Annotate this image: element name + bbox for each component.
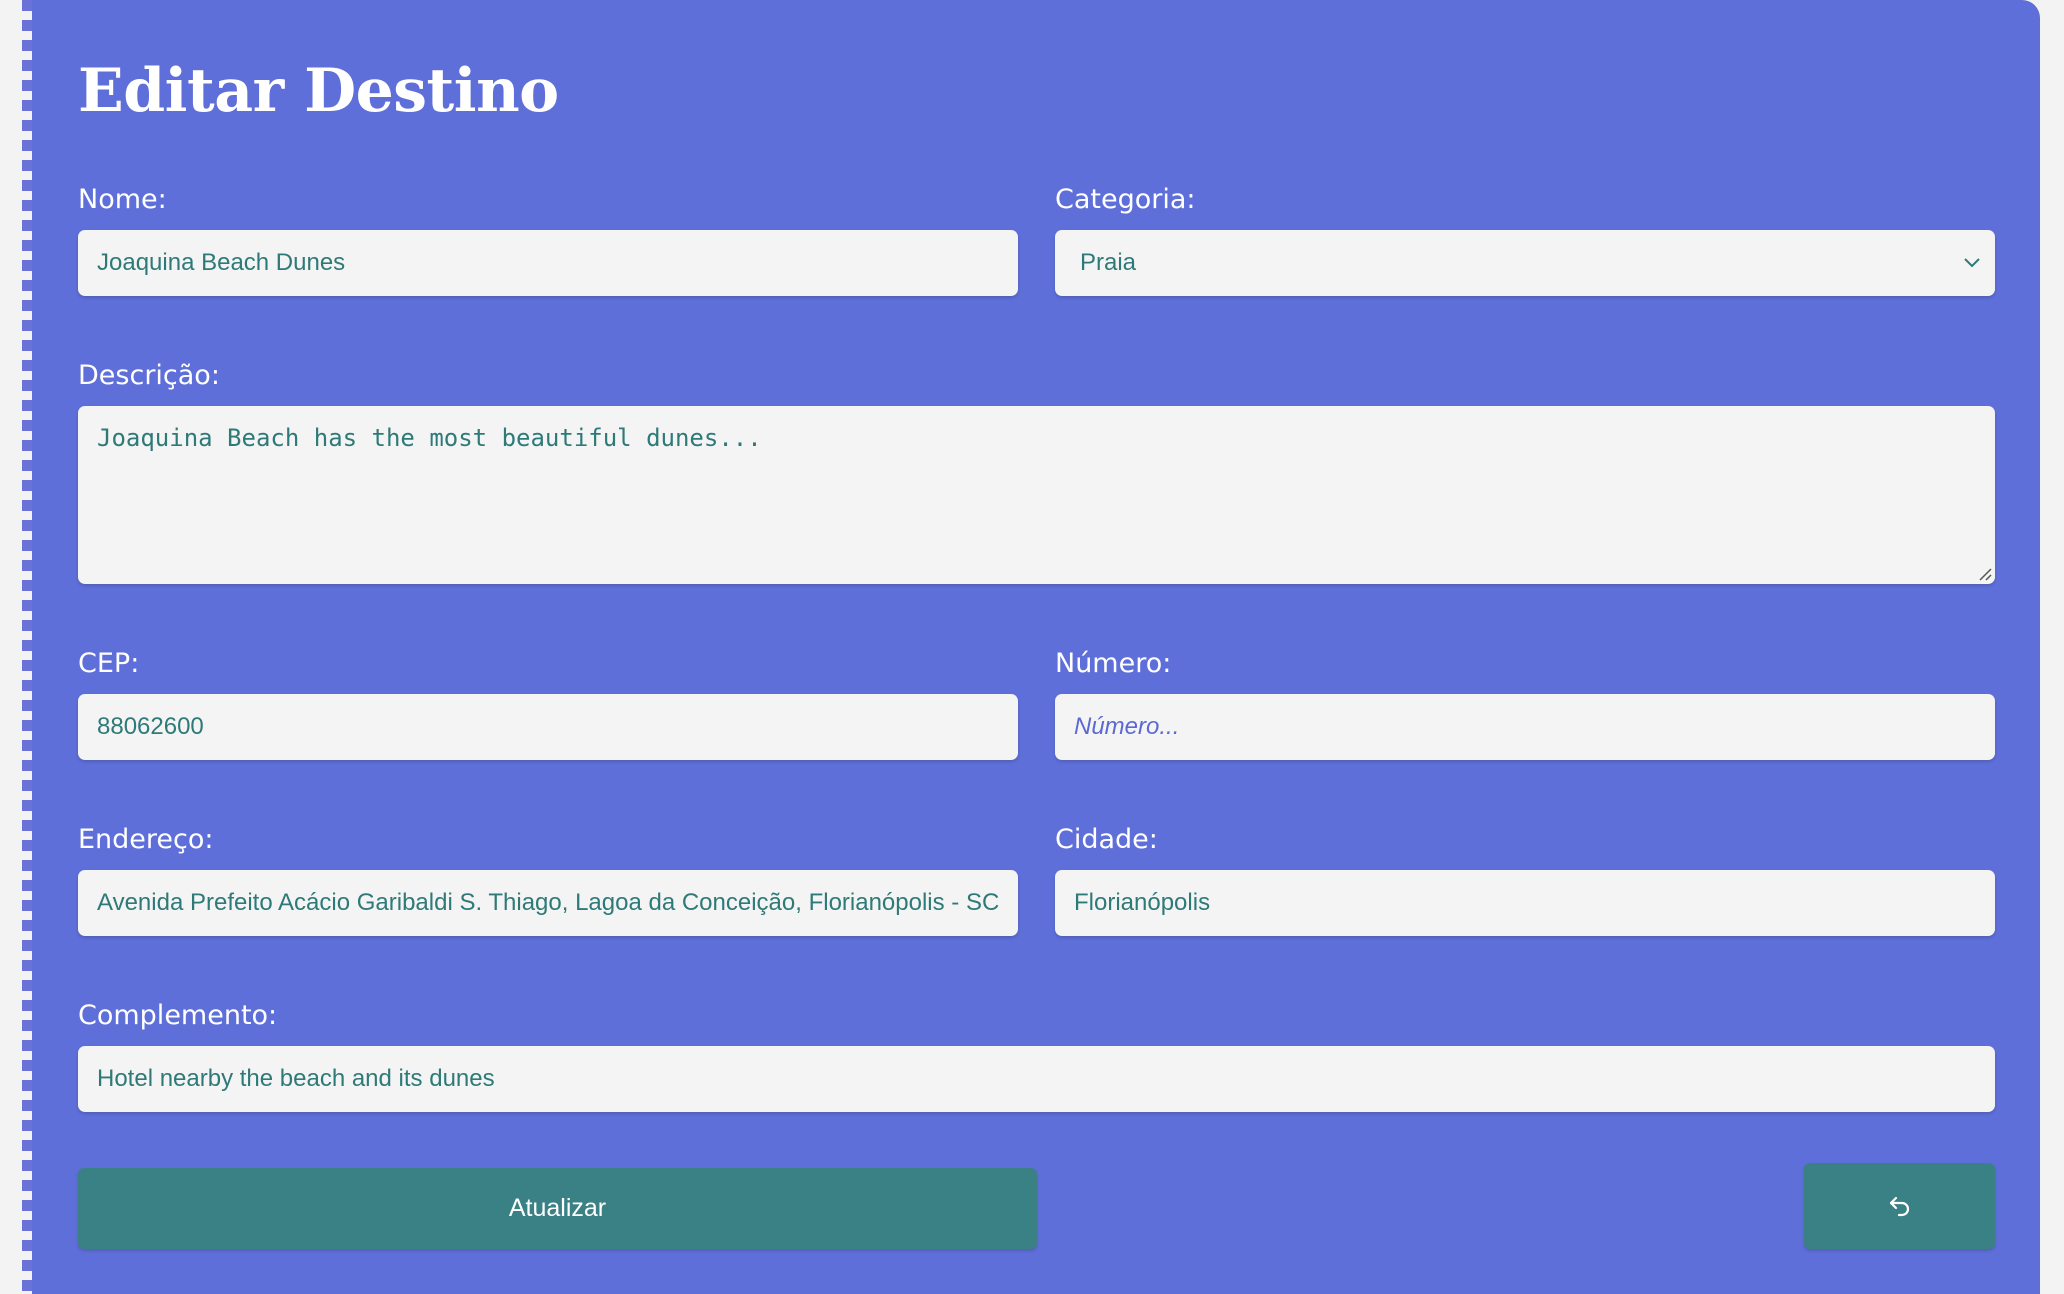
descricao-textarea[interactable]: Joaquina Beach has the most beautiful du… [78,406,1995,584]
page-edge-stripe [22,0,32,1294]
categoria-label: Categoria: [1055,184,1196,215]
cidade-field-group: Cidade: Florianópolis [1055,824,1995,936]
back-button[interactable] [1804,1163,1995,1249]
categoria-field-group: Categoria: Praia [1055,184,1995,296]
descricao-label: Descrição: [78,360,220,391]
nome-label: Nome: [78,184,167,215]
cep-field-group: CEP: 88062600 [78,648,1018,760]
cidade-input[interactable]: Florianópolis [1055,870,1995,936]
complemento-label: Complemento: [78,1000,278,1031]
descricao-text: Joaquina Beach has the most beautiful du… [97,424,762,452]
nome-input[interactable]: Joaquina Beach Dunes [78,230,1018,296]
endereco-input[interactable]: Avenida Prefeito Acácio Garibaldi S. Thi… [78,870,1018,936]
numero-field-group: Número: Número... [1055,648,1995,760]
undo-arrow-icon [1889,1196,1909,1217]
endereco-label: Endereço: [78,824,214,855]
page-title: Editar Destino [78,56,559,126]
cidade-label: Cidade: [1055,824,1158,855]
cep-label: CEP: [78,648,140,679]
categoria-selected-value: Praia [1080,249,1137,276]
endereco-field-group: Endereço: Avenida Prefeito Acácio Gariba… [78,824,1018,936]
chevron-down-icon [1959,250,1985,276]
nome-field-group: Nome: Joaquina Beach Dunes [78,184,1018,296]
complemento-input[interactable]: Hotel nearby the beach and its dunes [78,1046,1995,1112]
categoria-select[interactable]: Praia [1055,230,1995,296]
resize-grip-icon[interactable] [1976,565,1992,581]
numero-input[interactable]: Número... [1055,694,1995,760]
numero-label: Número: [1055,648,1172,679]
complemento-field-group: Complemento: Hotel nearby the beach and … [78,1000,1995,1112]
edit-destination-panel: Editar Destino Nome: Joaquina Beach Dune… [32,0,2040,1294]
cep-input[interactable]: 88062600 [78,694,1018,760]
descricao-field-group: Descrição: Joaquina Beach has the most b… [78,360,1995,584]
atualizar-button[interactable]: Atualizar [78,1168,1037,1249]
